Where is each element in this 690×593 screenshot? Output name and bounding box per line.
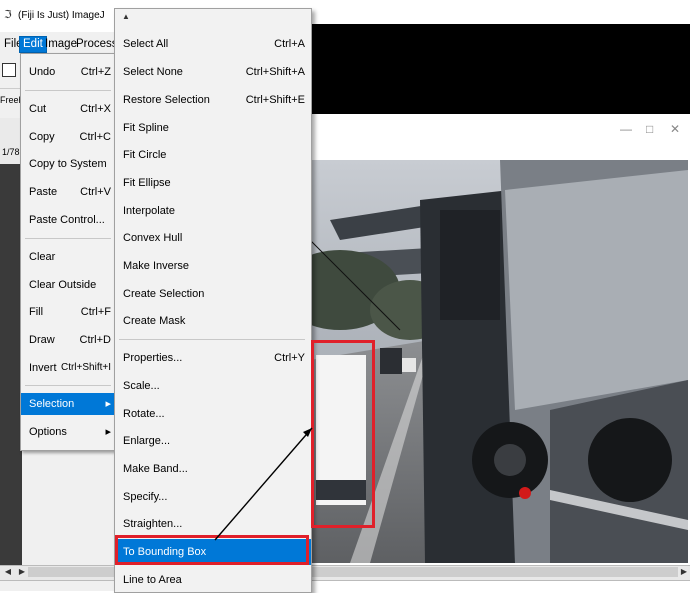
menu-separator xyxy=(119,339,305,340)
menu-item-invert[interactable]: Invert Ctrl+Shift+I xyxy=(21,357,115,379)
menu-item-properties[interactable]: Properties... Ctrl+Y xyxy=(115,345,311,371)
menu-item-straighten[interactable]: Straighten... xyxy=(115,511,311,537)
annotation-box-menu-item xyxy=(115,535,309,565)
menu-item-specify[interactable]: Specify... xyxy=(115,484,311,510)
edit-menu: Undo Ctrl+Z Cut Ctrl+X Copy Ctrl+C Copy … xyxy=(20,53,116,451)
scroll-right-end-icon[interactable]: ▶ xyxy=(678,565,690,579)
menu-item-convex-hull[interactable]: Convex Hull xyxy=(115,225,311,251)
scroll-right-icon[interactable]: ▶ xyxy=(16,565,28,579)
menu-item-fit-ellipse[interactable]: Fit Ellipse xyxy=(115,170,311,196)
menu-item-select-all[interactable]: Select All Ctrl+A xyxy=(115,31,311,57)
fiji-app-icon: ℑ xyxy=(4,9,12,21)
image-window-left-strip xyxy=(0,118,22,578)
menu-item-copy-to-system[interactable]: Copy to System xyxy=(21,153,115,175)
image-window-title-bar[interactable] xyxy=(310,114,690,160)
menu-item-fit-spline[interactable]: Fit Spline xyxy=(115,115,311,141)
menu-item-clear[interactable]: Clear xyxy=(21,246,115,268)
scroll-left-icon[interactable]: ◀ xyxy=(2,565,14,579)
menu-item-scale[interactable]: Scale... xyxy=(115,373,311,399)
menu-item-interpolate[interactable]: Interpolate xyxy=(115,198,311,224)
menu-item-cut[interactable]: Cut Ctrl+X xyxy=(21,98,115,120)
selection-submenu: Select All Ctrl+A Select None Ctrl+Shift… xyxy=(114,8,312,593)
menu-item-paste-control[interactable]: Paste Control... xyxy=(21,209,115,231)
menu-item-selection[interactable]: Selection ▸ xyxy=(21,393,115,415)
menu-item-restore-selection[interactable]: Restore Selection Ctrl+Shift+E xyxy=(115,87,311,113)
menu-item-clear-outside[interactable]: Clear Outside xyxy=(21,274,115,296)
desktop-background xyxy=(310,0,690,24)
menu-item-make-band[interactable]: Make Band... xyxy=(115,456,311,482)
close-icon[interactable]: ✕ xyxy=(670,122,680,136)
menu-separator xyxy=(25,90,111,91)
menu-item-draw[interactable]: Draw Ctrl+D xyxy=(21,329,115,351)
menu-item-paste[interactable]: Paste Ctrl+V xyxy=(21,181,115,203)
menu-item-select-none[interactable]: Select None Ctrl+Shift+A xyxy=(115,59,311,85)
menu-item-line-to-area[interactable]: Line to Area xyxy=(115,567,311,593)
menu-bar: File Edit Image Process xyxy=(0,36,118,53)
submenu-arrow-icon: ▸ xyxy=(105,426,111,438)
menu-item-fill[interactable]: Fill Ctrl+F xyxy=(21,301,115,323)
menu-separator xyxy=(25,385,111,386)
maximize-icon[interactable]: □ xyxy=(646,122,653,136)
scroll-up-icon[interactable]: ▲ xyxy=(122,12,130,21)
rectangle-tool-icon[interactable] xyxy=(2,63,16,77)
menu-item-create-mask[interactable]: Create Mask xyxy=(115,308,311,334)
annotation-box-bounding-box xyxy=(311,340,375,528)
background-window-dark xyxy=(310,24,690,114)
menu-item-make-inverse[interactable]: Make Inverse xyxy=(115,253,311,279)
window-title: (Fiji Is Just) ImageJ xyxy=(18,10,105,21)
menu-separator xyxy=(25,238,111,239)
menu-item-options[interactable]: Options ▸ xyxy=(21,421,115,443)
menu-item-enlarge[interactable]: Enlarge... xyxy=(115,428,311,454)
image-window-header xyxy=(0,118,22,164)
minimize-icon[interactable]: — xyxy=(620,122,632,136)
menu-item-create-selection[interactable]: Create Selection xyxy=(115,281,311,307)
menu-item-fit-circle[interactable]: Fit Circle xyxy=(115,142,311,168)
menu-item-copy[interactable]: Copy Ctrl+C xyxy=(21,126,115,148)
menu-item-rotate[interactable]: Rotate... xyxy=(115,401,311,427)
submenu-arrow-icon: ▸ xyxy=(105,398,111,410)
menu-item-undo[interactable]: Undo Ctrl+Z xyxy=(21,61,115,83)
